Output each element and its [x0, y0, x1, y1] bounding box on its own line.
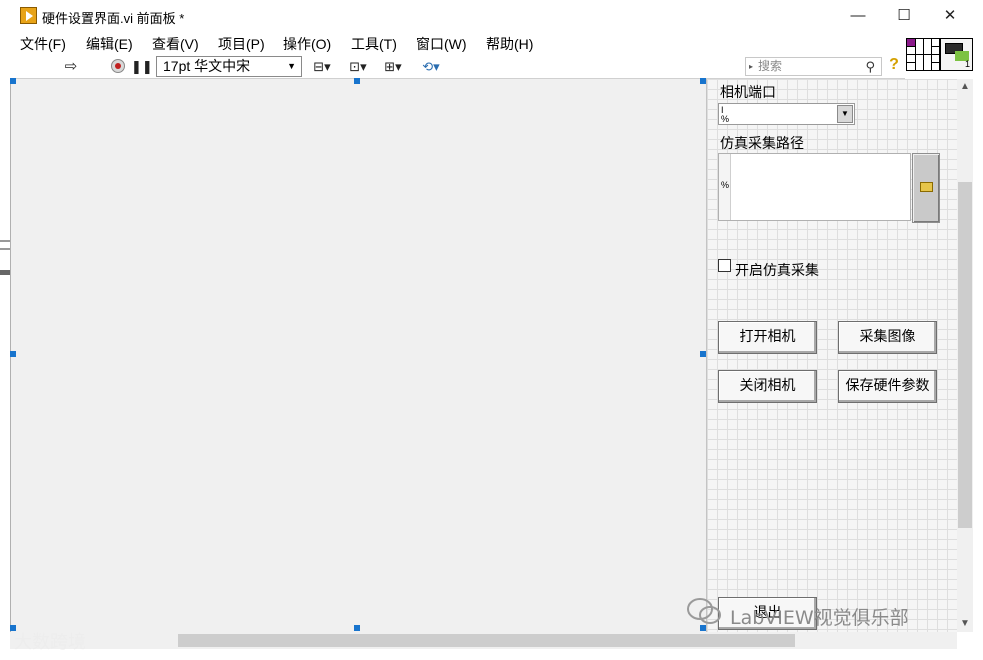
background-left	[0, 0, 10, 660]
scroll-up-icon[interactable]: ▲	[957, 79, 973, 95]
close-camera-button[interactable]: 关闭相机	[718, 370, 817, 403]
vertical-scrollbar[interactable]: ▲ ▼	[957, 79, 973, 632]
connector-terminal[interactable]	[907, 39, 916, 47]
menu-file[interactable]: 文件(F)	[20, 34, 66, 54]
title-bar: 硬件设置界面.vi 前面板 * — ☐ ✕	[10, 0, 973, 32]
horizontal-scrollbar[interactable]	[10, 632, 957, 649]
search-placeholder: 搜索	[758, 59, 783, 73]
connector-terminal[interactable]	[924, 39, 932, 55]
scroll-down-icon[interactable]: ▼	[957, 616, 973, 632]
connector-terminal[interactable]	[916, 39, 924, 55]
abort-icon[interactable]	[109, 57, 127, 76]
watermark-left: 大数跨境	[14, 632, 86, 653]
help-icon[interactable]: ?	[885, 56, 903, 76]
search-arrow-icon: ▸	[749, 62, 754, 71]
capture-image-button[interactable]: 采集图像	[838, 321, 937, 354]
connector-pane[interactable]	[906, 38, 940, 71]
menu-window[interactable]: 窗口(W)	[416, 34, 467, 54]
horizontal-scroll-thumb[interactable]	[178, 634, 795, 647]
connector-terminal[interactable]	[924, 55, 932, 71]
resize-objects-icon[interactable]: ⊞▾	[379, 57, 407, 76]
maximize-button[interactable]: ☐	[881, 0, 927, 32]
sim-path-label: 仿真采集路径	[720, 136, 804, 152]
menu-view[interactable]: 查看(V)	[152, 34, 199, 54]
menu-operate[interactable]: 操作(O)	[283, 34, 331, 54]
connector-terminal[interactable]	[932, 47, 940, 55]
distribute-objects-icon[interactable]: ⊡▾	[345, 57, 371, 76]
connector-terminal[interactable]	[916, 55, 924, 71]
browse-button[interactable]	[912, 153, 940, 223]
search-input[interactable]: ▸ 搜索 ⚲	[745, 57, 882, 76]
chevron-down-icon: ▼	[287, 61, 296, 71]
path-type-bar: %	[719, 154, 731, 220]
front-panel-canvas[interactable]	[10, 79, 706, 632]
io-resource-icon: I%	[721, 105, 730, 124]
font-select-value: 17pt 华文中宋	[163, 58, 251, 74]
reorder-icon[interactable]: ⟲▾	[416, 57, 446, 76]
menu-help[interactable]: 帮助(H)	[486, 34, 533, 54]
menu-bar: 文件(F) 编辑(E) 查看(V) 项目(P) 操作(O) 工具(T) 窗口(W…	[10, 32, 905, 54]
folder-icon	[920, 182, 933, 192]
sim-path-input[interactable]: %	[718, 153, 911, 221]
camera-port-select[interactable]: I% ▼	[718, 103, 855, 125]
menu-tools[interactable]: 工具(T)	[351, 34, 397, 54]
open-camera-button[interactable]: 打开相机	[718, 321, 817, 354]
watermark-right: LabVIEW视觉俱乐部	[730, 607, 909, 629]
connector-terminal[interactable]	[907, 47, 916, 55]
background-right	[973, 0, 983, 660]
selection-handle[interactable]	[10, 351, 16, 357]
connector-terminal[interactable]	[907, 63, 916, 71]
vertical-scroll-thumb[interactable]	[958, 182, 972, 528]
camera-port-label: 相机端口	[720, 85, 776, 101]
align-objects-icon[interactable]: ⊟▾	[309, 57, 335, 76]
vi-icon[interactable]: 1	[940, 38, 973, 71]
menu-edit[interactable]: 编辑(E)	[86, 34, 133, 54]
connector-terminal[interactable]	[932, 55, 940, 63]
selection-handle[interactable]	[10, 78, 16, 84]
background-bottom	[0, 649, 983, 660]
selection-handle[interactable]	[354, 625, 360, 631]
run-arrow-icon[interactable]: ⇨	[62, 57, 80, 76]
menu-project[interactable]: 项目(P)	[218, 34, 265, 54]
background-artifacts	[0, 240, 10, 276]
connector-terminal[interactable]	[907, 55, 916, 63]
sim-checkbox[interactable]	[718, 259, 731, 272]
toolbar: ⇨ ❚❚ 17pt 华文中宋 ▼ ⊟▾ ⊡▾ ⊞▾ ⟲▾ ▸ 搜索 ⚲ ?	[10, 54, 905, 79]
connector-terminal[interactable]	[932, 39, 940, 47]
vi-icon-number: 1	[964, 59, 970, 69]
save-params-button[interactable]: 保存硬件参数	[838, 370, 937, 403]
window-title: 硬件设置界面.vi 前面板 *	[42, 11, 185, 26]
sim-checkbox-label: 开启仿真采集	[735, 263, 819, 279]
wechat-logo-icon	[687, 598, 721, 624]
labview-app-icon	[20, 7, 37, 24]
chevron-down-icon[interactable]: ▼	[837, 105, 853, 123]
pause-icon[interactable]: ❚❚	[131, 57, 153, 76]
font-select[interactable]: 17pt 华文中宋 ▼	[156, 56, 302, 77]
path-icon: %	[721, 180, 730, 190]
close-button[interactable]: ✕	[927, 0, 973, 32]
minimize-button[interactable]: —	[835, 0, 881, 32]
search-icon[interactable]: ⚲	[865, 58, 875, 75]
connector-terminal[interactable]	[932, 63, 940, 71]
selection-handle[interactable]	[354, 78, 360, 84]
